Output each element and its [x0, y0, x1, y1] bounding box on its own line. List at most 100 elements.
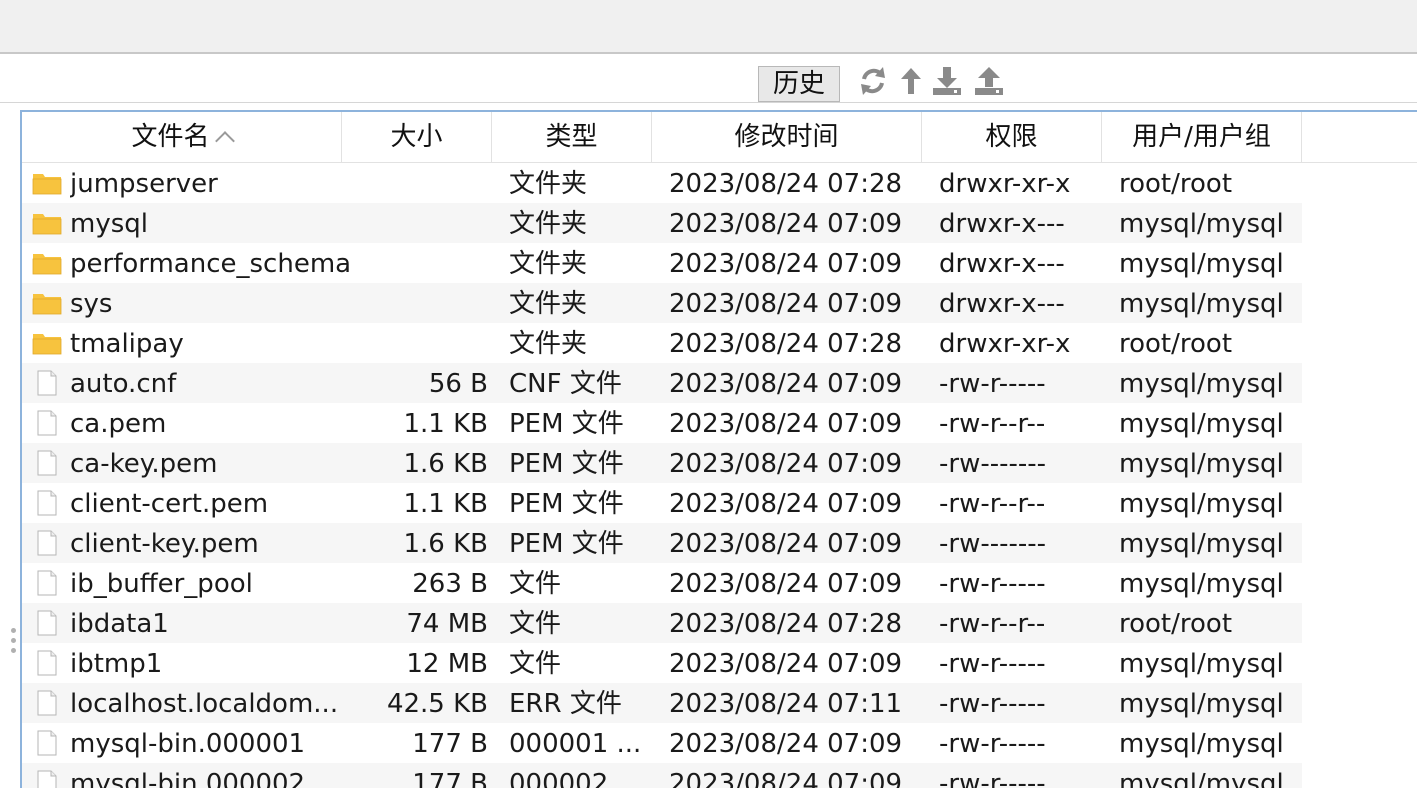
file-modified: 2023/08/24 07:09	[669, 489, 903, 519]
file-owner: mysql/mysql	[1119, 369, 1284, 399]
top-bar	[0, 0, 1417, 54]
file-owner: root/root	[1119, 169, 1233, 199]
file-modified: 2023/08/24 07:09	[669, 729, 903, 759]
file-row[interactable]: ibdata1 74 MB 文件 2023/08/24 07:28 -rw-r--r--…	[22, 603, 1302, 643]
file-name: ca.pem	[70, 409, 167, 439]
file-type: 文件夹	[509, 169, 588, 199]
folder-icon	[32, 330, 62, 356]
file-row[interactable]: auto.cnf 56 B CNF 文件 2023/08/24 07:09 -rw-r-…	[22, 363, 1302, 403]
resize-grip[interactable]	[11, 628, 17, 660]
file-permissions: drwxr-xr-x	[939, 329, 1071, 359]
file-icon	[32, 690, 62, 716]
file-type: 文件	[509, 569, 562, 599]
file-modified: 2023/08/24 07:09	[669, 209, 903, 239]
file-type: 文件夹	[509, 209, 588, 239]
file-type: 000002 ...	[509, 769, 642, 788]
file-icon	[32, 410, 62, 436]
upload-arrow-icon[interactable]	[894, 64, 928, 98]
column-header-permissions[interactable]: 权限	[922, 112, 1102, 162]
file-modified: 2023/08/24 07:09	[669, 529, 903, 559]
file-row[interactable]: mysql 文件夹 2023/08/24 07:09 drwxr-x--- mysql/…	[22, 203, 1302, 243]
file-row[interactable]: mysql-bin.000001 177 B 000001 ... 2023/08/2…	[22, 723, 1302, 763]
file-row[interactable]: mysql-bin.000002 177 B 000002 ... 2023/08/2…	[22, 763, 1302, 788]
upload-icon[interactable]	[972, 64, 1006, 98]
file-name: mysql-bin.000001	[70, 729, 306, 759]
file-row[interactable]: client-cert.pem 1.1 KB PEM 文件 2023/08/24 07…	[22, 483, 1302, 523]
file-modified: 2023/08/24 07:09	[669, 449, 903, 479]
file-name: performance_schema	[70, 249, 350, 279]
file-icon	[32, 610, 62, 636]
folder-icon	[32, 170, 62, 196]
file-size	[352, 163, 488, 203]
file-size: 1.6 KB	[403, 449, 489, 479]
file-owner: mysql/mysql	[1119, 649, 1284, 679]
file-name: ibdata1	[70, 609, 169, 639]
file-permissions: -rw-r-----	[939, 569, 1046, 599]
file-owner: mysql/mysql	[1119, 449, 1284, 479]
file-size: 42.5 KB	[386, 689, 488, 719]
file-icon	[32, 530, 62, 556]
column-header-owner[interactable]: 用户/用户组	[1102, 112, 1302, 162]
file-icon	[32, 370, 62, 396]
file-permissions: -rw-r--r--	[939, 409, 1046, 439]
file-icon	[32, 730, 62, 756]
file-row[interactable]: localhost.localdom... 42.5 KB ERR 文件 2023/0…	[22, 683, 1302, 723]
file-size: 177 B	[412, 729, 488, 759]
file-modified: 2023/08/24 07:28	[669, 169, 903, 199]
file-name: mysql-bin.000002	[70, 769, 306, 788]
file-modified: 2023/08/24 07:28	[669, 609, 903, 639]
column-header-modified[interactable]: 修改时间	[652, 112, 922, 162]
file-row[interactable]: ib_buffer_pool 263 B 文件 2023/08/24 07:09 -rw…	[22, 563, 1302, 603]
file-permissions: -rw-r--r--	[939, 609, 1046, 639]
file-size: 1.1 KB	[403, 489, 489, 519]
file-list-panel: 文件名 大小 类型 修改时间 权限 用户/用户组 jumpserver 文件夹 20…	[20, 110, 1417, 788]
file-name: jumpserver	[70, 169, 218, 199]
file-row[interactable]: ca-key.pem 1.6 KB PEM 文件 2023/08/24 07:09 -r…	[22, 443, 1302, 483]
file-owner: mysql/mysql	[1119, 769, 1284, 788]
column-header-type[interactable]: 类型	[492, 112, 652, 162]
column-header-size[interactable]: 大小	[342, 112, 492, 162]
file-modified: 2023/08/24 07:09	[669, 369, 903, 399]
file-size	[352, 283, 488, 323]
column-header-name[interactable]: 文件名	[22, 112, 342, 162]
file-type: ERR 文件	[509, 689, 622, 719]
file-size: 1.6 KB	[403, 529, 489, 559]
download-icon[interactable]	[930, 64, 964, 98]
file-permissions: -rw-r-----	[939, 729, 1046, 759]
file-owner: mysql/mysql	[1119, 729, 1284, 759]
file-name: client-key.pem	[70, 529, 259, 559]
file-icon	[32, 650, 62, 676]
file-owner: mysql/mysql	[1119, 529, 1284, 559]
file-name: ibtmp1	[70, 649, 163, 679]
file-name: ca-key.pem	[70, 449, 218, 479]
file-type: 文件	[509, 649, 562, 679]
file-size: 56 B	[428, 369, 488, 399]
left-gutter	[0, 103, 20, 788]
file-row[interactable]: jumpserver 文件夹 2023/08/24 07:28 drwxr-xr-x r…	[22, 163, 1302, 203]
sort-ascending-icon	[214, 131, 235, 151]
file-size: 177 B	[412, 769, 488, 788]
file-type: 文件夹	[509, 289, 588, 319]
file-row[interactable]: performance_schema 文件夹 2023/08/24 07:09 drw…	[22, 243, 1302, 283]
file-row[interactable]: tmalipay 文件夹 2023/08/24 07:28 drwxr-xr-x roo…	[22, 323, 1302, 363]
file-type: 文件夹	[509, 249, 588, 279]
file-size	[352, 203, 488, 243]
file-permissions: drwxr-xr-x	[939, 169, 1071, 199]
file-type: 文件夹	[509, 329, 588, 359]
file-type: 文件	[509, 609, 562, 639]
file-row[interactable]: client-key.pem 1.6 KB PEM 文件 2023/08/24 07:…	[22, 523, 1302, 563]
file-row[interactable]: ibtmp1 12 MB 文件 2023/08/24 07:09 -rw-r----- m…	[22, 643, 1302, 683]
file-modified: 2023/08/24 07:09	[669, 289, 903, 319]
file-icon	[32, 450, 62, 476]
file-owner: mysql/mysql	[1119, 249, 1284, 279]
history-button[interactable]: 历史	[758, 66, 840, 102]
file-row[interactable]: ca.pem 1.1 KB PEM 文件 2023/08/24 07:09 -rw-r-…	[22, 403, 1302, 443]
file-name: tmalipay	[70, 329, 184, 359]
file-type: PEM 文件	[509, 489, 624, 519]
refresh-icon[interactable]	[856, 64, 890, 98]
file-name: ib_buffer_pool	[70, 569, 253, 599]
file-row[interactable]: sys 文件夹 2023/08/24 07:09 drwxr-x--- mysql/my…	[22, 283, 1302, 323]
file-type: CNF 文件	[509, 369, 622, 399]
file-modified: 2023/08/24 07:09	[669, 249, 903, 279]
file-name: mysql	[70, 209, 148, 239]
